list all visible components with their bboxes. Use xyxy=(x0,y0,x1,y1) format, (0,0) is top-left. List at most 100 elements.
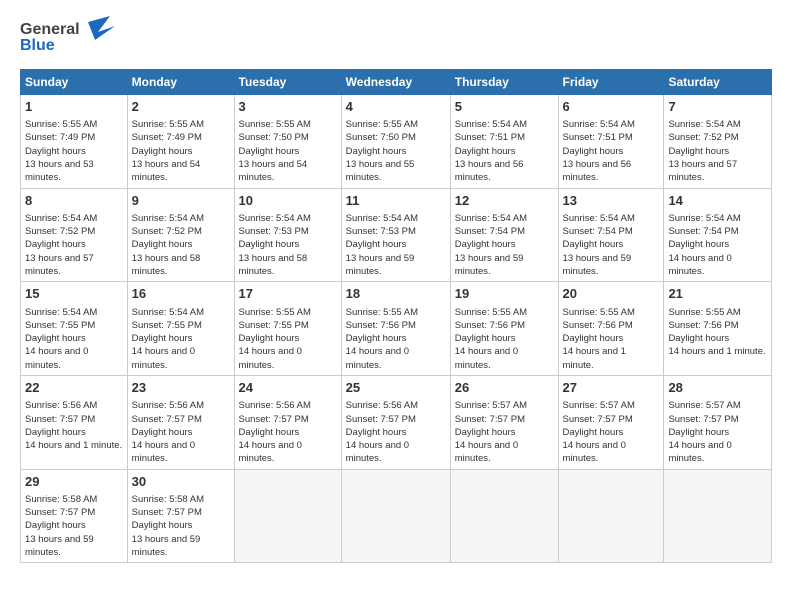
daylight-value: 14 hours and 0 minutes. xyxy=(455,440,518,464)
calendar-cell: 19Sunrise: 5:55 AMSunset: 7:56 PMDayligh… xyxy=(450,282,558,376)
sunrise: Sunrise: 5:55 AM xyxy=(239,307,311,318)
sunset: Sunset: 7:57 PM xyxy=(346,414,416,425)
daylight-value: 13 hours and 54 minutes. xyxy=(239,159,308,183)
day-number: 22 xyxy=(25,379,123,397)
week-row: 22 Sunrise: 5:56 AM Sunset: 7:57 PM Dayligh… xyxy=(21,376,772,470)
svg-text:Blue: Blue xyxy=(20,37,55,54)
day-number: 16 xyxy=(132,285,230,303)
day-number: 11 xyxy=(346,192,446,210)
day-number: 5 xyxy=(455,98,554,116)
sunrise: Sunrise: 5:57 AM xyxy=(563,400,635,411)
sunset: Sunset: 7:54 PM xyxy=(563,226,633,237)
calendar-cell xyxy=(234,469,341,563)
sunset: Sunset: 7:53 PM xyxy=(346,226,416,237)
daylight-value: 13 hours and 59 minutes. xyxy=(346,253,415,277)
day-number: 23 xyxy=(132,379,230,397)
sunset: Sunset: 7:57 PM xyxy=(25,414,95,425)
daylight-label: Daylight hours xyxy=(132,239,193,250)
day-number: 14 xyxy=(668,192,767,210)
daylight-value: 13 hours and 56 minutes. xyxy=(563,159,632,183)
sunrise: Sunrise: 5:55 AM xyxy=(346,307,418,318)
day-number: 9 xyxy=(132,192,230,210)
day-number: 12 xyxy=(455,192,554,210)
calendar-cell: 21Sunrise: 5:55 AMSunset: 7:56 PMDayligh… xyxy=(664,282,772,376)
sunrise: Sunrise: 5:54 AM xyxy=(346,213,418,224)
day-number: 20 xyxy=(563,285,660,303)
daylight-value: 13 hours and 59 minutes. xyxy=(25,534,94,558)
daylight-value: 13 hours and 54 minutes. xyxy=(132,159,201,183)
daylight-label: Daylight hours xyxy=(132,427,193,438)
calendar-cell: 30Sunrise: 5:58 AMSunset: 7:57 PMDayligh… xyxy=(127,469,234,563)
calendar-cell: 3Sunrise: 5:55 AMSunset: 7:50 PMDaylight… xyxy=(234,95,341,189)
sunset: Sunset: 7:55 PM xyxy=(132,320,202,331)
calendar-cell: 15Sunrise: 5:54 AMSunset: 7:55 PMDayligh… xyxy=(21,282,128,376)
calendar-cell: 1Sunrise: 5:55 AMSunset: 7:49 PMDaylight… xyxy=(21,95,128,189)
week-row: 29Sunrise: 5:58 AMSunset: 7:57 PMDayligh… xyxy=(21,469,772,563)
sunset: Sunset: 7:57 PM xyxy=(668,414,738,425)
col-header-friday: Friday xyxy=(558,70,664,95)
calendar-cell: 25Sunrise: 5:56 AMSunset: 7:57 PMDayligh… xyxy=(341,376,450,470)
sunrise: Sunrise: 5:54 AM xyxy=(132,213,204,224)
daylight-value: 14 hours and 0 minutes. xyxy=(668,253,731,277)
sunset: Sunset: 7:52 PM xyxy=(132,226,202,237)
calendar-cell: 6Sunrise: 5:54 AMSunset: 7:51 PMDaylight… xyxy=(558,95,664,189)
daylight-label: Daylight hours xyxy=(25,146,86,157)
daylight-value: 14 hours and 0 minutes. xyxy=(25,346,88,370)
daylight-label: Daylight hours xyxy=(25,239,86,250)
daylight-label: Daylight hours xyxy=(346,146,407,157)
sunset: Sunset: 7:54 PM xyxy=(668,226,738,237)
daylight-label: Daylight hours xyxy=(668,427,729,438)
col-header-monday: Monday xyxy=(127,70,234,95)
calendar-cell xyxy=(341,469,450,563)
daylight-value: 14 hours and 1 minute. xyxy=(25,440,122,451)
calendar-cell: 8Sunrise: 5:54 AMSunset: 7:52 PMDaylight… xyxy=(21,188,128,282)
week-row: 15Sunrise: 5:54 AMSunset: 7:55 PMDayligh… xyxy=(21,282,772,376)
col-header-tuesday: Tuesday xyxy=(234,70,341,95)
week-row: 8Sunrise: 5:54 AMSunset: 7:52 PMDaylight… xyxy=(21,188,772,282)
daylight-label: Daylight hours xyxy=(239,333,300,344)
daylight-value: 14 hours and 0 minutes. xyxy=(563,440,626,464)
sunrise: Sunrise: 5:55 AM xyxy=(668,307,740,318)
daylight-label: Daylight hours xyxy=(563,146,624,157)
header: General Blue xyxy=(20,16,772,61)
sunset: Sunset: 7:57 PM xyxy=(239,414,309,425)
daylight-value: 13 hours and 57 minutes. xyxy=(25,253,94,277)
day-number: 2 xyxy=(132,98,230,116)
calendar-cell: 26Sunrise: 5:57 AMSunset: 7:57 PMDayligh… xyxy=(450,376,558,470)
calendar-cell xyxy=(450,469,558,563)
calendar-cell: 23Sunrise: 5:56 AMSunset: 7:57 PMDayligh… xyxy=(127,376,234,470)
sunrise: Sunrise: 5:54 AM xyxy=(563,119,635,130)
calendar-cell: 14Sunrise: 5:54 AMSunset: 7:54 PMDayligh… xyxy=(664,188,772,282)
daylight-value: 13 hours and 53 minutes. xyxy=(25,159,94,183)
day-number: 18 xyxy=(346,285,446,303)
day-number: 6 xyxy=(563,98,660,116)
sunset: Sunset: 7:50 PM xyxy=(239,132,309,143)
calendar-cell: 10Sunrise: 5:54 AMSunset: 7:53 PMDayligh… xyxy=(234,188,341,282)
daylight-label: Daylight hours xyxy=(132,333,193,344)
daylight-value: 14 hours and 0 minutes. xyxy=(132,346,195,370)
sunset: Sunset: 7:49 PM xyxy=(25,132,95,143)
logo-text: General Blue xyxy=(20,16,130,61)
daylight-value: 13 hours and 56 minutes. xyxy=(455,159,524,183)
daylight-label: Daylight hours xyxy=(132,146,193,157)
daylight-label: Daylight hours xyxy=(455,146,516,157)
day-number: 19 xyxy=(455,285,554,303)
calendar-cell: 4Sunrise: 5:55 AMSunset: 7:50 PMDaylight… xyxy=(341,95,450,189)
day-number: 24 xyxy=(239,379,337,397)
sunrise: Sunrise: 5:55 AM xyxy=(346,119,418,130)
daylight-value: 13 hours and 58 minutes. xyxy=(239,253,308,277)
sunrise: Sunrise: 5:54 AM xyxy=(455,213,527,224)
sunrise: Sunrise: 5:56 AM xyxy=(346,400,418,411)
calendar-cell: 28Sunrise: 5:57 AMSunset: 7:57 PMDayligh… xyxy=(664,376,772,470)
calendar-cell: 13Sunrise: 5:54 AMSunset: 7:54 PMDayligh… xyxy=(558,188,664,282)
daylight-label: Daylight hours xyxy=(25,520,86,531)
day-number: 25 xyxy=(346,379,446,397)
daylight-label: Daylight hours xyxy=(239,239,300,250)
sunset: Sunset: 7:57 PM xyxy=(563,414,633,425)
sunrise: Sunrise: 5:57 AM xyxy=(455,400,527,411)
daylight-label: Daylight hours xyxy=(455,239,516,250)
calendar-cell: 22Sunrise: 5:56 AMSunset: 7:57 PMDayligh… xyxy=(21,376,128,470)
calendar-cell xyxy=(664,469,772,563)
sunrise: Sunrise: 5:54 AM xyxy=(563,213,635,224)
daylight-value: 13 hours and 59 minutes. xyxy=(563,253,632,277)
